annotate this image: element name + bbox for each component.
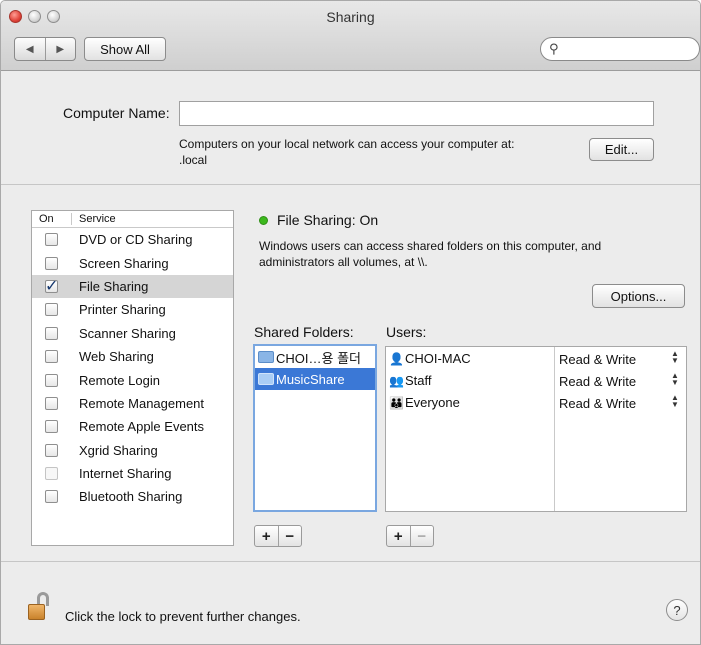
service-checkbox[interactable] [45, 396, 58, 410]
user-row[interactable]: 👪 Everyone Read & Write ▲ ▼ [386, 391, 686, 413]
lock-icon[interactable] [28, 592, 50, 622]
service-label: Xgrid Sharing [79, 442, 158, 458]
sharing-window: Sharing ◀ ▶ Show All ⚲ Computer Name: Co… [0, 0, 701, 645]
service-label: DVD or CD Sharing [79, 232, 193, 248]
service-row[interactable]: Screen Sharing [32, 251, 233, 274]
show-all-button[interactable]: Show All [84, 37, 166, 61]
computer-name-field[interactable] [179, 101, 654, 126]
computer-name-help: Computers on your local network can acce… [179, 137, 515, 151]
service-label: Remote Apple Events [79, 419, 205, 435]
user-icon: 👤 [389, 351, 404, 366]
service-label: Screen Sharing [79, 255, 169, 271]
services-list-header: On Service [32, 211, 233, 228]
toolbar: Sharing ◀ ▶ Show All ⚲ [1, 1, 700, 71]
shared-folders-label: Shared Folders: [254, 324, 354, 340]
service-checkbox[interactable] [45, 490, 58, 504]
edit-button[interactable]: Edit... [589, 138, 654, 161]
permission-popup[interactable]: Read & Write [559, 374, 636, 389]
users-label: Users: [386, 324, 427, 340]
popup-arrows-icon[interactable]: ▲ ▼ [671, 394, 679, 409]
service-checkbox[interactable] [45, 420, 58, 434]
service-row[interactable]: Remote Login [32, 368, 233, 391]
everyone-icon: 👪 [389, 395, 404, 410]
back-forward-control: ◀ ▶ [14, 37, 76, 61]
user-name: Staff [404, 373, 432, 388]
service-checkbox[interactable] [45, 350, 58, 364]
service-row[interactable]: Xgrid Sharing [32, 439, 233, 462]
group-icon: 👥 [389, 373, 404, 388]
column-header-service[interactable]: Service [72, 213, 116, 225]
shared-folders-list: CHOI…용 폴더 MusicShare [253, 344, 377, 512]
service-checkbox[interactable] [45, 326, 58, 340]
services-list: On Service DVD or CD Sharing Screen Shari… [31, 210, 234, 546]
popup-arrows-icon[interactable]: ▲ ▼ [671, 350, 679, 365]
search-icon: ⚲ [549, 41, 559, 56]
search-input[interactable]: ⚲ [540, 37, 700, 61]
permission-popup[interactable]: Read & Write [559, 352, 636, 367]
service-row[interactable]: Remote Apple Events [32, 415, 233, 438]
service-checkbox[interactable] [45, 373, 58, 387]
column-header-on[interactable]: On [32, 213, 72, 225]
service-label: Remote Login [79, 372, 160, 388]
service-label: Web Sharing [79, 349, 154, 365]
service-label: Printer Sharing [79, 302, 166, 318]
checkmark-icon: ✓ [45, 277, 59, 295]
user-row[interactable]: 👤 CHOI-MAC Read & Write ▲ ▼ [386, 347, 686, 369]
service-label: File Sharing [79, 278, 149, 294]
service-checkbox [45, 467, 58, 481]
help-button[interactable]: ? [666, 599, 688, 621]
permission-popup[interactable]: Read & Write [559, 396, 636, 411]
user-cell: 👥 Staff [389, 373, 431, 388]
forward-arrow-icon[interactable]: ▶ [44, 38, 76, 60]
add-user-button[interactable]: + [387, 526, 410, 546]
users-list: 👤 CHOI-MAC Read & Write ▲ ▼ 👥 Staff Read & Writ… [385, 346, 687, 512]
options-button[interactable]: Options... [592, 284, 685, 308]
service-checkbox[interactable] [45, 443, 58, 457]
remove-user-button[interactable]: − [409, 526, 434, 546]
section-divider [1, 184, 700, 185]
service-checkbox[interactable] [45, 233, 58, 247]
popup-arrows-icon[interactable]: ▲ ▼ [671, 372, 679, 387]
footer-divider [1, 561, 700, 562]
lock-text: Click the lock to prevent further change… [65, 609, 301, 624]
shared-folder-name: CHOI…용 폴더 [276, 350, 361, 366]
user-row[interactable]: 👥 Staff Read & Write ▲ ▼ [386, 369, 686, 391]
add-folder-button[interactable]: + [255, 526, 278, 546]
service-row[interactable]: DVD or CD Sharing [32, 228, 233, 251]
service-checkbox[interactable] [45, 256, 58, 270]
service-row[interactable]: Internet Sharing [32, 462, 233, 485]
shared-folder-row[interactable]: MusicShare [255, 368, 375, 390]
user-cell: 👤 CHOI-MAC [389, 351, 471, 366]
service-checkbox[interactable] [45, 303, 58, 317]
service-description: Windows users can access shared folders … [259, 239, 602, 253]
status-indicator-icon [259, 216, 268, 225]
service-row[interactable]: Bluetooth Sharing [32, 485, 233, 508]
shared-folder-name: MusicShare [276, 371, 345, 387]
service-checkbox[interactable]: ✓ [45, 278, 58, 295]
folder-icon [258, 373, 274, 385]
service-label: Bluetooth Sharing [79, 489, 183, 505]
computer-name-label: Computer Name: [63, 105, 170, 121]
shared-folders-add-remove: + − [254, 525, 302, 547]
service-row[interactable]: Web Sharing [32, 345, 233, 368]
service-row[interactable]: ✓ File Sharing [32, 274, 233, 299]
user-name: CHOI-MAC [404, 351, 471, 366]
user-name: Everyone [404, 395, 460, 410]
folder-icon [258, 351, 274, 363]
back-arrow-icon[interactable]: ◀ [15, 38, 45, 60]
service-description-cont: administrators all volumes, at \\. [259, 255, 428, 269]
user-cell: 👪 Everyone [389, 395, 460, 410]
service-row[interactable]: Printer Sharing [32, 298, 233, 321]
service-label: Internet Sharing [79, 466, 172, 482]
service-label: Scanner Sharing [79, 325, 176, 341]
service-label: Remote Management [79, 395, 205, 411]
local-address: .local [179, 153, 208, 167]
shared-folder-row[interactable]: CHOI…용 폴더 [255, 346, 375, 368]
service-row[interactable]: Scanner Sharing [32, 322, 233, 345]
users-add-remove: + − [386, 525, 434, 547]
service-status: File Sharing: On [277, 212, 379, 228]
service-row[interactable]: Remote Management [32, 392, 233, 415]
window-title: Sharing [326, 9, 375, 25]
remove-folder-button[interactable]: − [277, 526, 302, 546]
